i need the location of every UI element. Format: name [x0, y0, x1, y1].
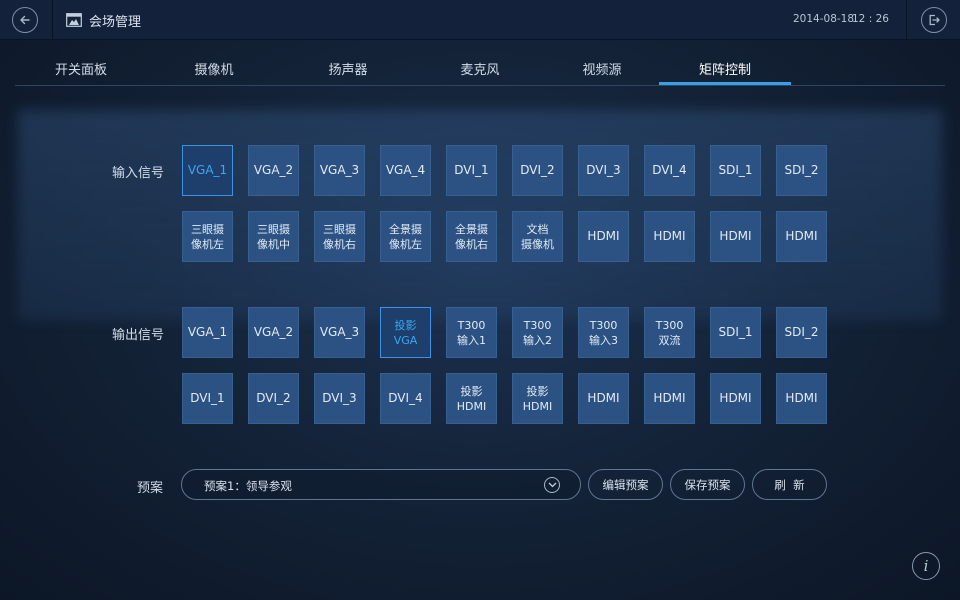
output-signal-button[interactable]: VGA_3	[314, 307, 365, 358]
input-signal-button[interactable]: 三眼摄 像机中	[248, 211, 299, 262]
output-signal-button[interactable]: 投影 HDMI	[512, 373, 563, 424]
refresh-button[interactable]: 刷 新	[752, 469, 827, 500]
tab-speaker[interactable]: 扬声器	[314, 52, 382, 85]
exit-icon	[929, 14, 940, 26]
output-signal-button[interactable]: HDMI	[710, 373, 761, 424]
input-signal-button[interactable]: HDMI	[578, 211, 629, 262]
output-signal-button[interactable]: T300 双流	[644, 307, 695, 358]
input-signal-label: 输入信号	[112, 166, 165, 181]
divider	[906, 0, 907, 40]
back-button[interactable]	[12, 7, 38, 33]
info-icon[interactable]: i	[912, 552, 940, 580]
input-signal-button[interactable]: 三眼摄 像机右	[314, 211, 365, 262]
output-signal-button[interactable]: T300 输入3	[578, 307, 629, 358]
divider	[52, 0, 53, 40]
input-signal-button[interactable]: 三眼摄 像机左	[182, 211, 233, 262]
exit-button[interactable]	[921, 7, 947, 33]
preset-dropdown[interactable]: 预案1：领导参观	[181, 469, 581, 500]
input-signal-button[interactable]: DVI_1	[446, 145, 497, 196]
input-signal-button[interactable]: DVI_4	[644, 145, 695, 196]
edit-preset-button[interactable]: 编辑预案	[588, 469, 663, 500]
output-signal-button[interactable]: HDMI	[644, 373, 695, 424]
output-signal-button[interactable]: 投影 HDMI	[446, 373, 497, 424]
page-title: 会场管理	[89, 15, 142, 30]
output-signal-button[interactable]: DVI_3	[314, 373, 365, 424]
input-signal-button[interactable]: SDI_2	[776, 145, 827, 196]
output-signal-button[interactable]: DVI_2	[248, 373, 299, 424]
time-display: 12 : 26	[852, 13, 889, 25]
top-bar: 会场管理 2014-08-18 12 : 26	[0, 0, 960, 40]
output-signal-button[interactable]: 投影 VGA	[380, 307, 431, 358]
input-signal-button[interactable]: VGA_4	[380, 145, 431, 196]
tab-microphone[interactable]: 麦克风	[446, 52, 514, 85]
output-signal-button[interactable]: T300 输入1	[446, 307, 497, 358]
output-signal-button[interactable]: SDI_2	[776, 307, 827, 358]
meeting-room-icon	[66, 13, 82, 27]
tab-camera[interactable]: 摄像机	[180, 52, 248, 85]
output-signal-button[interactable]: VGA_2	[248, 307, 299, 358]
preset-label: 预案	[137, 481, 164, 496]
input-signal-button[interactable]: 全景摄 像机左	[380, 211, 431, 262]
input-signal-button[interactable]: HDMI	[710, 211, 761, 262]
tab-bar: 开关面板 摄像机 扬声器 麦克风 视频源 矩阵控制	[15, 52, 945, 86]
chevron-down-icon	[544, 477, 560, 493]
output-signal-button[interactable]: T300 输入2	[512, 307, 563, 358]
input-signal-button[interactable]: HDMI	[644, 211, 695, 262]
preset-value: 预案1：领导参观	[204, 479, 292, 493]
output-signal-button[interactable]: DVI_1	[182, 373, 233, 424]
output-signal-button[interactable]: VGA_1	[182, 307, 233, 358]
input-signal-button[interactable]: DVI_3	[578, 145, 629, 196]
input-signal-button[interactable]: DVI_2	[512, 145, 563, 196]
date-display: 2014-08-18	[793, 13, 855, 25]
output-signal-button[interactable]: DVI_4	[380, 373, 431, 424]
input-signal-button[interactable]: 全景摄 像机右	[446, 211, 497, 262]
input-signal-button[interactable]: VGA_3	[314, 145, 365, 196]
save-preset-button[interactable]: 保存预案	[670, 469, 745, 500]
output-signal-button[interactable]: SDI_1	[710, 307, 761, 358]
back-arrow-icon	[20, 15, 30, 25]
input-signal-button[interactable]: HDMI	[776, 211, 827, 262]
tab-switch-panel[interactable]: 开关面板	[45, 52, 117, 85]
active-tab-indicator	[659, 82, 791, 85]
input-signal-button[interactable]: 文档 摄像机	[512, 211, 563, 262]
input-signal-button[interactable]: VGA_1	[182, 145, 233, 196]
input-signal-button[interactable]: SDI_1	[710, 145, 761, 196]
output-signal-button[interactable]: HDMI	[578, 373, 629, 424]
tab-matrix-control[interactable]: 矩阵控制	[659, 52, 791, 85]
input-signal-button[interactable]: VGA_2	[248, 145, 299, 196]
tab-video-source[interactable]: 视频源	[568, 52, 636, 85]
output-signal-label: 输出信号	[112, 328, 165, 343]
output-signal-button[interactable]: HDMI	[776, 373, 827, 424]
